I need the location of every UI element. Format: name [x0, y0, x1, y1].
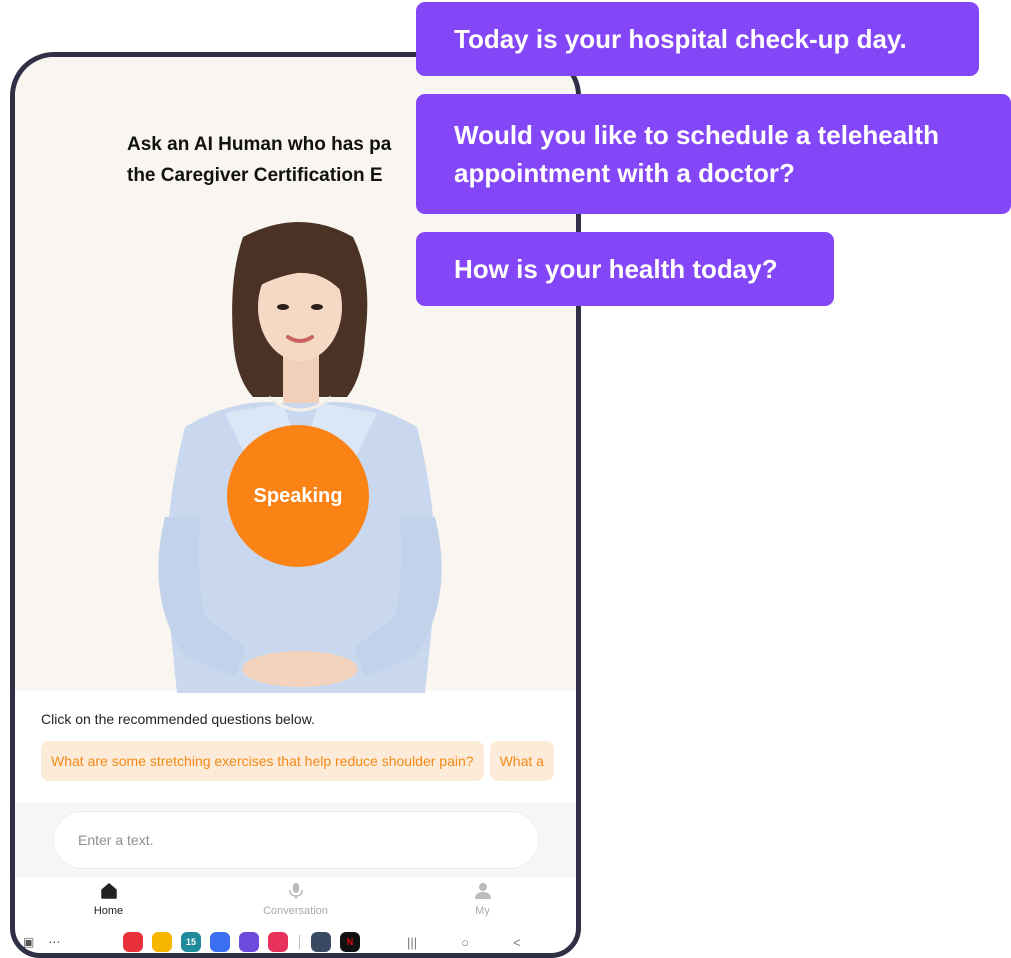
question-chip[interactable]: What a — [489, 741, 554, 781]
user-icon — [473, 881, 493, 901]
input-area — [15, 803, 576, 877]
chat-bubble: Today is your hospital check-up day. — [416, 2, 979, 76]
bubble-text: Would you like to schedule a telehealth — [454, 120, 939, 150]
nav-my[interactable]: My — [423, 881, 543, 917]
speaking-indicator[interactable]: Speaking — [227, 425, 369, 567]
nav-home[interactable]: Home — [49, 881, 169, 917]
home-icon — [99, 881, 119, 901]
settings-icon[interactable] — [311, 932, 331, 952]
messages-icon[interactable] — [210, 932, 230, 952]
recommended-questions: What are some stretching exercises that … — [41, 741, 576, 781]
app-dock: 15 N — [123, 932, 360, 952]
nav-conversation[interactable]: Conversation — [236, 881, 356, 917]
chat-bubble: Would you like to schedule a telehealth … — [416, 94, 1011, 214]
folder-icon[interactable] — [152, 932, 172, 952]
nav-label: Home — [93, 905, 124, 917]
recommend-label: Click on the recommended questions below… — [41, 711, 315, 727]
app-grid-icon[interactable]: ⋯ — [48, 935, 60, 949]
back-icon[interactable]: < — [513, 935, 521, 950]
home-button-icon[interactable]: ○ — [461, 935, 469, 950]
nav-label: My — [475, 905, 490, 917]
message-input[interactable] — [53, 811, 539, 869]
bubble-text: appointment with a doctor? — [454, 158, 795, 188]
dock-divider — [299, 935, 300, 949]
microphone-icon — [286, 881, 306, 901]
system-taskbar: ▣ ⋯ 15 N ||| ○ < — [15, 925, 576, 953]
question-chip[interactable]: What are some stretching exercises that … — [41, 741, 484, 781]
netflix-icon[interactable]: N — [340, 932, 360, 952]
screenshot-icon[interactable]: ▣ — [23, 935, 34, 949]
nav-label: Conversation — [263, 905, 328, 917]
recent-apps-icon[interactable]: ||| — [407, 935, 417, 950]
screen-recorder-icon[interactable] — [268, 932, 288, 952]
bottom-nav: Home Conversation My — [15, 877, 576, 921]
internet-icon[interactable] — [239, 932, 259, 952]
flipboard-icon[interactable] — [123, 932, 143, 952]
bubble-text: Today is your hospital check-up day. — [454, 24, 907, 54]
chat-bubble: How is your health today? — [416, 232, 834, 306]
calendar-icon[interactable]: 15 — [181, 932, 201, 952]
bubble-text: How is your health today? — [454, 254, 778, 284]
